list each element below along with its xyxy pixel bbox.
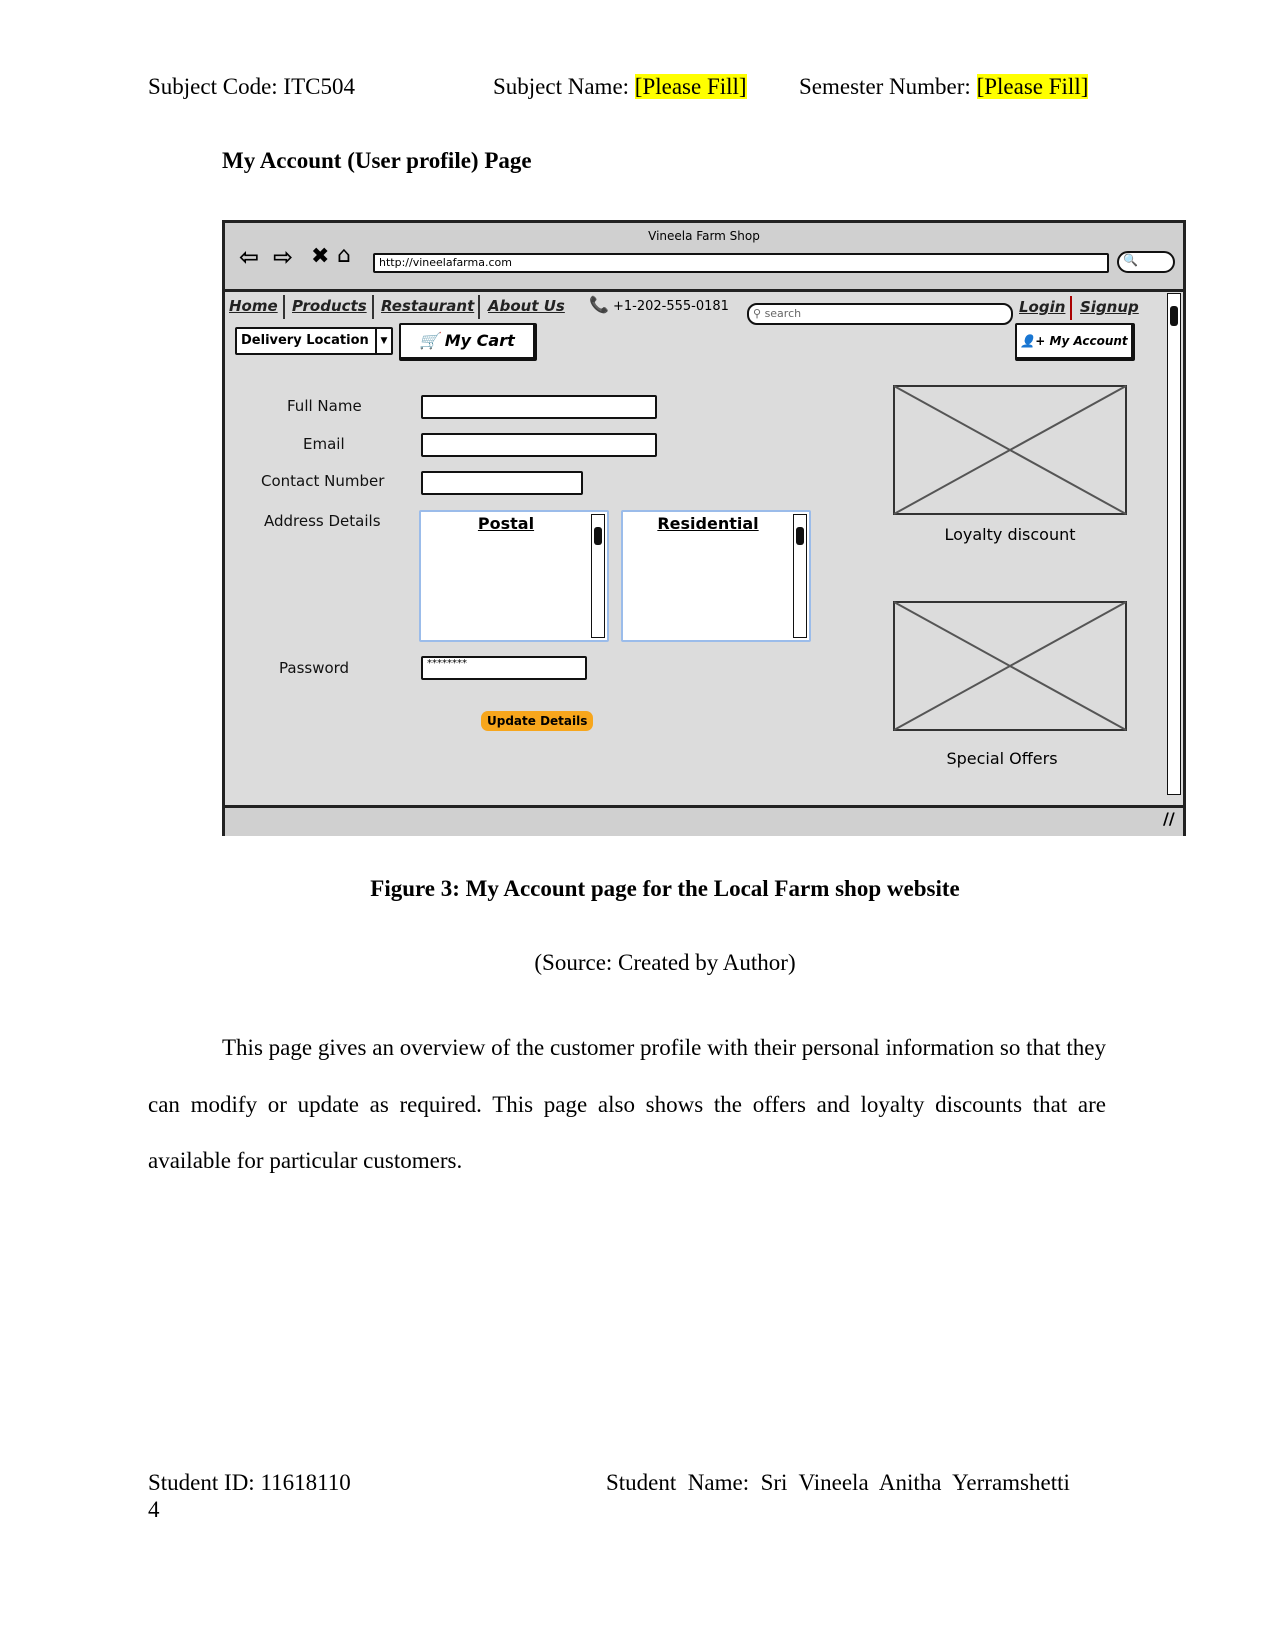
subject-code: Subject Code: ITC504	[148, 74, 355, 99]
nav-divider	[283, 295, 285, 319]
postal-label: Postal	[477, 514, 535, 533]
full-name-input[interactable]	[421, 395, 657, 419]
student-id: Student ID: 11618110	[148, 1470, 351, 1495]
page-scrollbar[interactable]	[1167, 293, 1181, 795]
semester-number: Semester Number: [Please Fill]	[799, 74, 1089, 100]
residential-label: Residential	[657, 514, 759, 533]
loyalty-image-placeholder	[893, 385, 1127, 515]
my-cart-button[interactable]: 🛒 My Cart	[399, 323, 537, 361]
scroll-thumb[interactable]	[1170, 306, 1178, 326]
address-details-label: Address Details	[264, 512, 381, 530]
password-input[interactable]: ********	[421, 656, 587, 680]
residential-address-textarea[interactable]: Residential	[621, 510, 811, 642]
figure-source: (Source: Created by Author)	[534, 950, 796, 975]
scrollbar[interactable]	[591, 514, 605, 638]
search-icon: ⚲	[753, 307, 762, 320]
subject-name-value: [Please Fill]	[634, 74, 747, 99]
subject-name: Subject Name: [Please Fill]	[493, 74, 747, 100]
nav-products[interactable]: Products	[292, 297, 367, 315]
update-details-button[interactable]: Update Details	[481, 711, 594, 731]
url-bar[interactable]: http://vineelafarma.com	[373, 253, 1109, 273]
password-label: Password	[279, 659, 350, 677]
phone-number: +1-202-555-0181	[613, 299, 729, 314]
search-placeholder: search	[764, 307, 802, 320]
student-name: Student Name: Sri Vineela Anitha Yerrams…	[606, 1470, 1070, 1495]
subject-name-label: Subject Name:	[493, 74, 635, 99]
special-offers-label: Special Offers	[946, 749, 1058, 768]
semester-label: Semester Number:	[799, 74, 977, 99]
email-label: Email	[303, 435, 345, 453]
home-icon[interactable]: ⌂	[337, 243, 351, 268]
cart-icon: 🛒	[419, 331, 440, 350]
contact-number-input[interactable]	[421, 471, 583, 495]
figure-caption: Figure 3: My Account page for the Local …	[370, 876, 960, 901]
my-account-button[interactable]: 👤+ My Account	[1015, 323, 1135, 361]
nav-divider	[478, 295, 480, 319]
loyalty-discount-label: Loyalty discount	[944, 525, 1076, 544]
scroll-thumb[interactable]	[796, 527, 804, 545]
chevron-down-icon: ▼	[375, 329, 391, 353]
email-input[interactable]	[421, 433, 657, 457]
browser-search-button[interactable]: 🔍	[1117, 251, 1175, 273]
nav-home[interactable]: Home	[229, 297, 278, 315]
body-paragraph: This page gives an overview of the custo…	[148, 1035, 1106, 1173]
window-title: Vineela Farm Shop	[648, 229, 760, 243]
back-icon[interactable]: ⇦	[239, 243, 259, 271]
section-title: My Account (User profile) Page	[222, 148, 532, 173]
offers-image-placeholder	[893, 601, 1127, 731]
page-number: 4	[148, 1497, 160, 1522]
forward-icon[interactable]: ⇨	[273, 243, 293, 271]
semester-value: [Please Fill]	[976, 74, 1089, 99]
scroll-thumb[interactable]	[594, 527, 602, 545]
nav-divider	[372, 295, 374, 319]
signup-link[interactable]: Signup	[1080, 298, 1139, 316]
full-name-label: Full Name	[287, 397, 362, 415]
phone-icon: 📞	[589, 295, 609, 314]
status-bar	[225, 805, 1183, 836]
my-account-label: My Account	[1049, 334, 1128, 348]
search-input[interactable]: ⚲ search	[747, 303, 1013, 325]
postal-address-textarea[interactable]: Postal	[419, 510, 609, 642]
nav-restaurant[interactable]: Restaurant	[381, 297, 474, 315]
search-icon: 🔍	[1123, 253, 1138, 267]
contact-number-label: Contact Number	[261, 472, 385, 490]
close-icon[interactable]: ✖	[311, 244, 329, 269]
nav-about-us[interactable]: About Us	[488, 297, 565, 315]
delivery-location-dropdown[interactable]: Delivery Location ▼	[235, 327, 393, 355]
delivery-location-label: Delivery Location	[241, 333, 369, 348]
document-page: Subject Code: ITC504 Subject Name: [Plea…	[0, 0, 1275, 1651]
scrollbar[interactable]	[793, 514, 807, 638]
login-link[interactable]: Login	[1019, 298, 1065, 316]
my-cart-label: My Cart	[444, 331, 515, 350]
add-user-icon: 👤+	[1020, 334, 1046, 348]
nav-divider	[1070, 296, 1072, 320]
resize-handle-icon[interactable]: //	[1163, 809, 1175, 828]
wireframe-mockup: Vineela Farm Shop ⇦ ⇨ ✖ ⌂ http://vineela…	[222, 220, 1186, 836]
